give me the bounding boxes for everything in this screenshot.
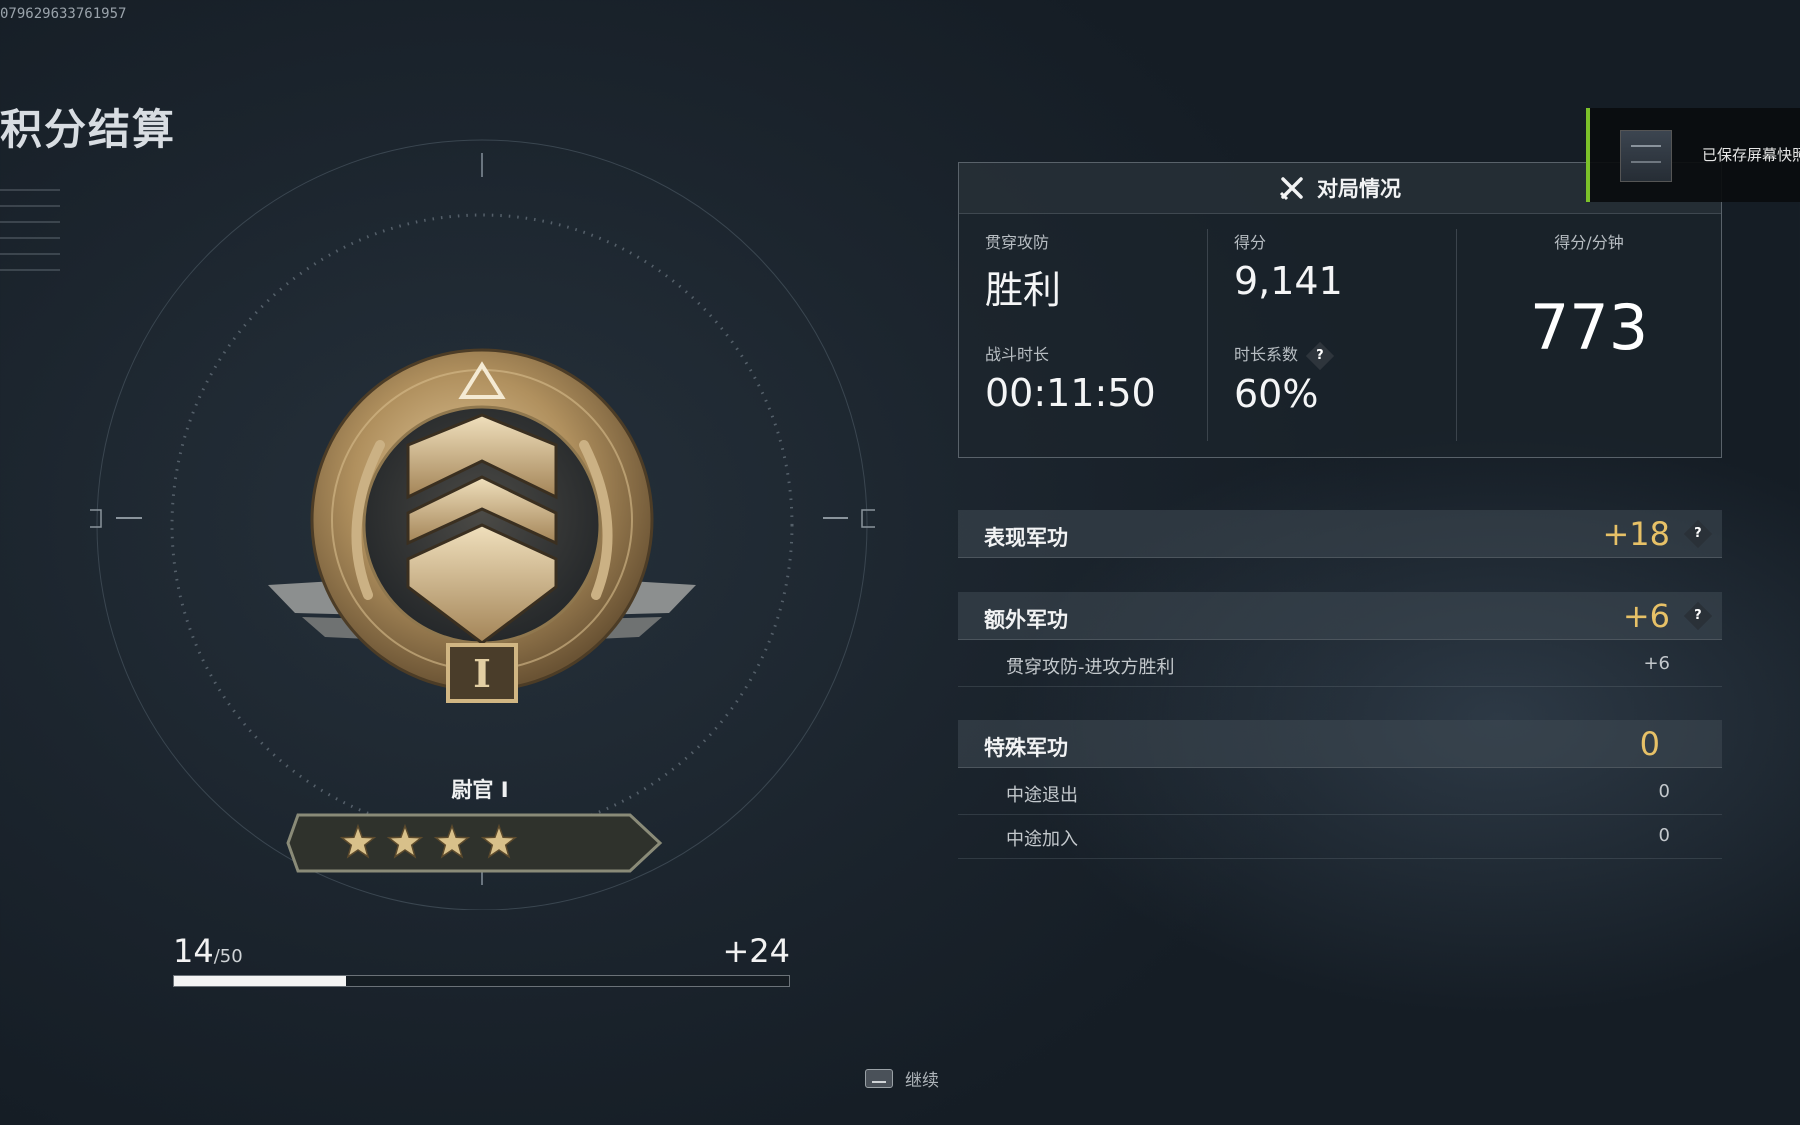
special-merit-value: 0 (1639, 725, 1660, 763)
duration-coefficient-label: 时长系数? (1234, 341, 1335, 370)
mode-stat: 贯穿攻防 胜利 (985, 229, 1061, 314)
extra-merit-item-label: 贯穿攻防-进攻方胜利 (1006, 657, 1175, 678)
player-uid: 079629633761957 (0, 6, 127, 22)
special-merit-item: 中途加入 0 (958, 814, 1722, 859)
rank-progress-max: /50 (213, 946, 243, 967)
spacebar-key-icon (865, 1069, 893, 1088)
extra-merit-item-value: +6 (1643, 653, 1670, 674)
help-icon[interactable]: ? (1305, 341, 1335, 370)
help-icon-glyph: ? (1316, 347, 1324, 363)
special-merit-item-label: 中途加入 (1006, 829, 1078, 850)
rank-progress-bar (173, 975, 790, 987)
right-marker-box (861, 509, 880, 528)
duration-value: 00:11:50 (985, 371, 1156, 415)
duration-coefficient-stat: 时长系数? 60% (1234, 341, 1335, 416)
special-merit-item: 中途退出 0 (958, 770, 1722, 815)
help-icon[interactable]: ? (1683, 519, 1713, 549)
rank-progress-readout: 14/50 (173, 932, 243, 970)
performance-merit-label: 表现军功 (984, 526, 1068, 550)
score-value: 9,141 (1234, 259, 1343, 303)
help-icon[interactable]: ? (1683, 601, 1713, 631)
left-marker-box (83, 509, 102, 528)
crossed-swords-icon (1279, 175, 1305, 201)
mode-value: 胜利 (985, 268, 1062, 312)
special-merit-item-label: 中途退出 (1006, 785, 1078, 806)
extra-merit-item: 贯穿攻防-进攻方胜利 +6 (958, 642, 1722, 687)
duration-coefficient-text: 时长系数 (1234, 345, 1299, 364)
rank-progress-current: 14 (173, 932, 214, 970)
score-stat: 得分 9,141 (1234, 229, 1343, 303)
continue-label: 继续 (905, 1071, 939, 1091)
special-merit-item-value: 0 (1658, 781, 1670, 802)
side-decoration (0, 175, 60, 375)
star-banner (286, 813, 663, 873)
rank-numeral: I (473, 651, 491, 696)
help-icon-glyph: ? (1694, 525, 1702, 541)
extra-merit-label: 额外军功 (984, 608, 1068, 632)
special-merit-label: 特殊军功 (984, 736, 1068, 760)
duration-stat: 战斗时长 00:11:50 (985, 341, 1156, 415)
score-per-minute-label: 得分/分钟 (1554, 233, 1624, 252)
screenshot-saved-text: 已保存屏幕快照 (1702, 146, 1800, 164)
rank-name: 尉官 I (451, 778, 509, 802)
column-divider (1207, 229, 1208, 441)
help-icon-glyph: ? (1694, 607, 1702, 623)
screenshot-saved-toast: 已保存屏幕快照 (1586, 108, 1800, 202)
match-summary-title: 对局情况 (1317, 177, 1401, 201)
duration-label: 战斗时长 (985, 345, 1050, 364)
screenshot-thumbnail (1620, 130, 1672, 182)
extra-merit-row: 额外军功 +6 ? (958, 592, 1722, 640)
extra-merit-value: +6 (1622, 597, 1670, 635)
score-label: 得分 (1234, 233, 1267, 252)
performance-merit-value: +18 (1602, 515, 1670, 553)
rank-progress-fill (174, 976, 347, 986)
rank-progress-gain: +24 (722, 932, 790, 970)
match-summary-panel: 对局情况 贯穿攻防 胜利 战斗时长 00:11:50 得分 9,141 时长系数… (958, 162, 1722, 458)
score-per-minute-stat: 得分/分钟 773 (1457, 229, 1721, 364)
continue-prompt[interactable]: 继续 (865, 1066, 939, 1091)
score-per-minute-value: 773 (1529, 291, 1649, 364)
special-merit-row: 特殊军功 0 (958, 720, 1722, 768)
performance-merit-row: 表现军功 +18 ? (958, 510, 1722, 558)
duration-coefficient-value: 60% (1234, 371, 1319, 416)
mode-label: 贯穿攻防 (985, 233, 1050, 252)
special-merit-item-value: 0 (1658, 825, 1670, 846)
